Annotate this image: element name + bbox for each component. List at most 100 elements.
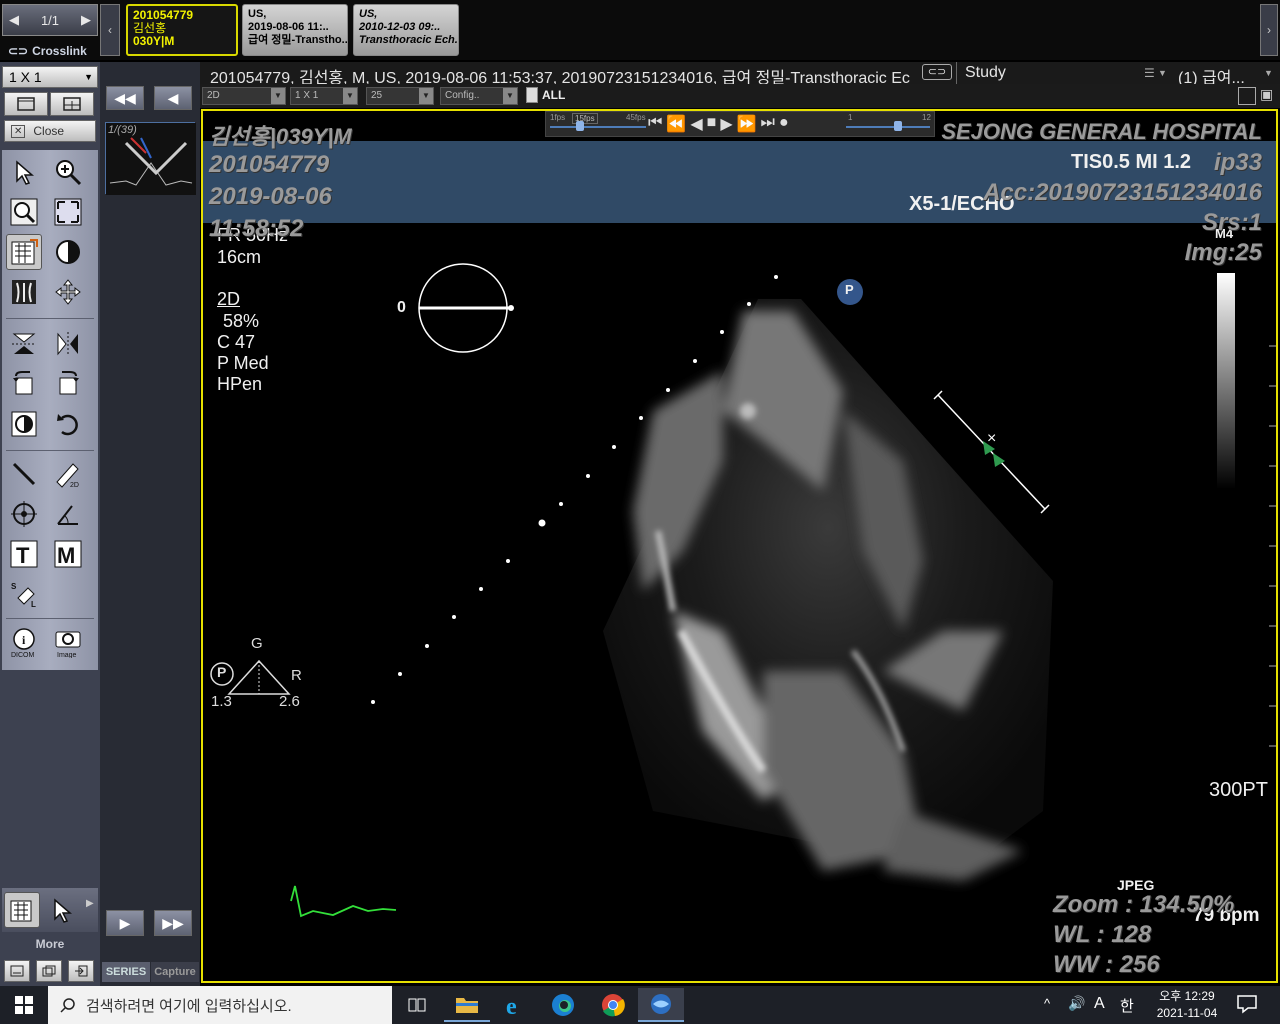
chrome-browser-icon[interactable]	[590, 988, 636, 1022]
frame-select[interactable]: 25	[366, 87, 434, 105]
first-series-button[interactable]: ◀◀	[106, 86, 144, 110]
chevron-down-icon[interactable]: ▼	[1264, 68, 1273, 78]
overlay-patient-id: 201054779	[209, 151, 330, 178]
series-thumbnail[interactable]: 1/(39)	[105, 122, 196, 195]
thumbnail-label: 1/(39)	[108, 124, 137, 136]
layout-dropdown[interactable]: 1 X 1	[290, 87, 358, 105]
pointer-select-icon[interactable]	[44, 892, 80, 928]
crosshair-icon[interactable]	[6, 496, 42, 532]
tab-modality: US,	[248, 8, 267, 20]
text-annotation-icon[interactable]: T	[6, 536, 42, 572]
prev-series-button[interactable]: ◀	[154, 86, 192, 110]
search-placeholder: 검색하려면 여기에 입력하십시오.	[86, 997, 292, 1015]
page-navigator: ◀ 1/1 ▶	[2, 4, 98, 36]
study-tab-patient[interactable]: 201054779 김선홍 030Y|M	[126, 4, 238, 56]
layout-select[interactable]: 1 X 1 ▼	[2, 66, 98, 88]
r-label: R	[291, 667, 302, 684]
ruler-2d-icon[interactable]: 2D	[50, 456, 86, 492]
layout-single-button[interactable]	[4, 92, 48, 116]
pacs-viewer-icon[interactable]	[638, 988, 684, 1022]
input-mode-a[interactable]: A	[1094, 995, 1105, 1013]
study-tab-2019[interactable]: US, 2019-08-06 11:.. 급여 정밀-Transtho..	[242, 4, 348, 56]
chevron-down-icon[interactable]: ▼	[1158, 68, 1167, 78]
study-info-bar: 201054779, 김선홍, M, US, 2019-08-06 11:53:…	[200, 62, 1280, 87]
dicom-info-icon[interactable]: i DICOM	[6, 624, 42, 660]
expand-arrow-icon[interactable]: ▶	[86, 898, 94, 909]
internet-explorer-icon[interactable]: e	[492, 988, 538, 1022]
study-label: Study	[965, 64, 1006, 81]
maximize-icon[interactable]	[1238, 87, 1256, 105]
task-view-icon[interactable]	[394, 988, 440, 1022]
next-page-icon[interactable]: ▶	[81, 12, 91, 28]
volume-icon[interactable]: 🔊	[1068, 995, 1085, 1012]
document-icon[interactable]	[526, 87, 538, 103]
marker-icon[interactable]: M	[50, 536, 86, 572]
prev-page-icon[interactable]: ◀	[9, 12, 19, 28]
file-explorer-icon[interactable]	[444, 988, 490, 1022]
svg-text:DICOM: DICOM	[11, 652, 35, 658]
layout-select-value: 1 X 1	[9, 69, 42, 85]
start-button[interactable]	[0, 986, 48, 1024]
ime-indicator[interactable]: 한	[1120, 995, 1134, 1016]
magnify-region-icon[interactable]	[6, 194, 42, 230]
fit-screen-icon[interactable]	[50, 194, 86, 230]
last-series-button[interactable]: ▶▶	[154, 910, 192, 936]
overlay-series: Srs:1	[1201, 209, 1262, 236]
crosslink-button[interactable]: ⊂⊃ Crosslink	[2, 40, 98, 62]
link-icon[interactable]: ⊂⊃	[922, 64, 952, 80]
selection-tools: ▶	[2, 888, 98, 932]
chevron-down-icon: ▼	[84, 72, 93, 82]
rotate-left-icon[interactable]	[6, 366, 42, 402]
clock[interactable]: 오후 12:29 2021-11-04	[1150, 988, 1224, 1022]
close-button[interactable]: ✕ Close	[4, 120, 96, 142]
divider	[6, 318, 94, 319]
config-select[interactable]: Config..	[440, 87, 518, 105]
more-button[interactable]: More	[2, 934, 98, 954]
camera-icon[interactable]: Image	[50, 624, 86, 660]
pan-icon[interactable]	[50, 274, 86, 310]
image-viewport[interactable]: 1fps 15fps 45fps ⏮ ⏪ ◀ ■ ▶ ⏩ ⏭ ● 1 12 × …	[201, 109, 1278, 983]
tabs-scroll-right-button[interactable]: ›	[1260, 4, 1278, 56]
capture-tab[interactable]: Capture	[151, 962, 199, 982]
video-icon[interactable]: ▣	[1260, 86, 1273, 103]
tool-grid: 2D T M SL i DICOM Image	[2, 150, 98, 670]
taskbar-search[interactable]: 검색하려면 여기에 입력하십시오.	[48, 986, 392, 1024]
grid-select-icon[interactable]	[4, 892, 40, 928]
line-measure-icon[interactable]	[6, 456, 42, 492]
list-icon[interactable]: ☰	[1144, 66, 1155, 80]
measurement-settings-icon[interactable]: SL	[6, 576, 42, 612]
flip-horizontal-icon[interactable]	[50, 326, 86, 362]
harmonic-label: HPen	[217, 374, 263, 394]
pointer-tool-icon[interactable]	[6, 154, 42, 190]
notification-icon[interactable]	[1236, 994, 1258, 1014]
zoom-in-icon[interactable]	[50, 154, 86, 190]
contrast-icon[interactable]	[6, 406, 42, 442]
invert-icon[interactable]	[50, 234, 86, 270]
restore-icon[interactable]	[36, 960, 62, 982]
window-level-icon[interactable]	[6, 234, 42, 270]
undo-icon[interactable]	[50, 406, 86, 442]
gain-label: 58%	[223, 311, 260, 331]
overlay-window-level: WL : 128	[1053, 921, 1152, 948]
angle-label: 0	[397, 299, 406, 316]
tabs-scroll-left-button[interactable]: ‹	[100, 4, 120, 56]
mode-select[interactable]: 2D	[202, 87, 286, 105]
svg-text:S: S	[11, 582, 17, 591]
all-button[interactable]: ALL	[542, 88, 565, 102]
angle-icon[interactable]	[50, 496, 86, 532]
show-hidden-icons[interactable]: ^	[1044, 996, 1050, 1011]
series-tab[interactable]: SERIES	[102, 962, 150, 982]
layout-grid-button[interactable]	[50, 92, 94, 116]
right-icon: ▶	[119, 914, 131, 931]
exit-icon[interactable]	[68, 960, 94, 982]
rotate-right-icon[interactable]	[50, 366, 86, 402]
triangle-left-value: 1.3	[211, 693, 232, 710]
clock-date: 2021-11-04	[1156, 1006, 1218, 1020]
edge-browser-icon[interactable]	[540, 988, 586, 1022]
next-series-button[interactable]: ▶	[106, 910, 144, 936]
minimize-icon[interactable]	[4, 960, 30, 982]
xray-icon[interactable]	[6, 274, 42, 310]
study-tab-2010[interactable]: US, 2010-12-03 09:.. Transthoracic Ech..	[353, 4, 459, 56]
flip-vertical-icon[interactable]	[6, 326, 42, 362]
left-icon: ◀	[167, 89, 179, 106]
